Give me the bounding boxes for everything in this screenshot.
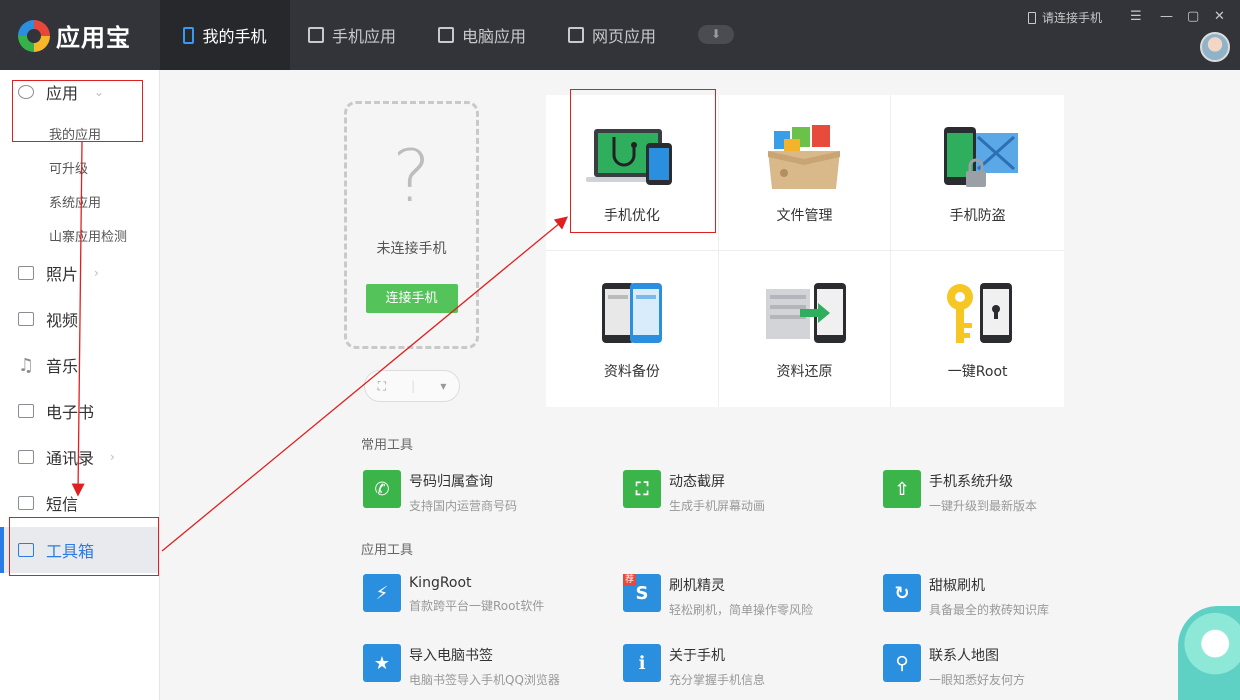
annotation-arrow-down [71, 141, 85, 497]
annotation-arrows [71, 141, 569, 552]
mascot-character[interactable] [1178, 606, 1240, 700]
annotation-arrow-diagonal [161, 216, 569, 552]
